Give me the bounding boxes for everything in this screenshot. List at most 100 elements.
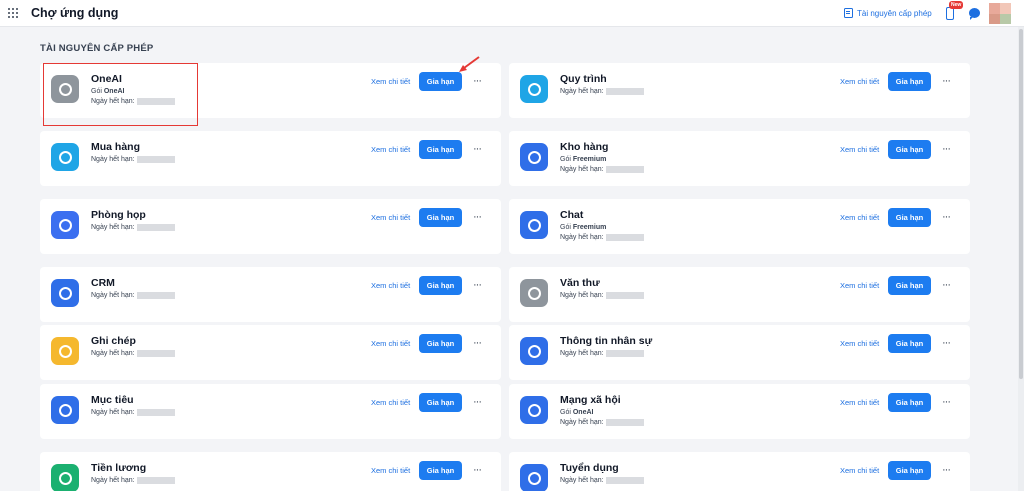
view-details-link[interactable]: Xem chi tiết [371, 466, 410, 475]
more-options-icon[interactable]: ··· [473, 76, 482, 87]
recruitment-icon [520, 464, 548, 491]
license-card: Chat Gói Freemium Ngày hết hạn: Xem chi … [509, 199, 970, 254]
more-options-icon[interactable]: ··· [942, 76, 951, 87]
app-name[interactable]: Ghi chép [91, 335, 136, 347]
highlight-box [43, 63, 198, 126]
new-badge: New [949, 1, 964, 9]
license-card: Mạng xã hội Gói OneAI Ngày hết hạn: Xem … [509, 384, 970, 439]
renew-button[interactable]: Gia hạn [419, 208, 462, 227]
more-options-icon[interactable]: ··· [942, 212, 951, 223]
renew-button[interactable]: Gia hạn [419, 393, 462, 412]
expiry-info: Ngày hết hạn: [560, 419, 644, 426]
expiry-info: Ngày hết hạn: [560, 477, 644, 484]
app-name[interactable]: Chat [560, 209, 583, 221]
app-grid-icon[interactable] [8, 8, 18, 18]
view-details-link[interactable]: Xem chi tiết [371, 281, 410, 290]
expiry-date-redacted [136, 409, 175, 416]
warehouse-icon [520, 143, 548, 171]
view-details-link[interactable]: Xem chi tiết [840, 145, 879, 154]
expiry-label: Ngày hết hạn: [560, 350, 604, 357]
more-options-icon[interactable]: ··· [942, 280, 951, 291]
expiry-info: Ngày hết hạn: [560, 234, 644, 241]
app-name[interactable]: Thông tin nhân sự [560, 335, 652, 347]
package-info: Gói Freemium [560, 156, 606, 163]
hr-info-icon [520, 337, 548, 365]
renew-button[interactable]: Gia hạn [419, 334, 462, 353]
renew-button[interactable]: Gia hạn [888, 140, 931, 159]
license-resources-label: Tài nguyên cấp phép [857, 8, 932, 18]
expiry-date-redacted [605, 477, 644, 484]
process-icon [520, 75, 548, 103]
package-name: Freemium [572, 224, 607, 231]
view-details-link[interactable]: Xem chi tiết [840, 281, 879, 290]
crm-icon [51, 279, 79, 307]
view-details-link[interactable]: Xem chi tiết [840, 466, 879, 475]
license-card: Ghi chép Ngày hết hạn: Xem chi tiết Gia … [40, 325, 501, 380]
view-details-link[interactable]: Xem chi tiết [840, 213, 879, 222]
scrollbar-thumb[interactable] [1019, 29, 1023, 379]
renew-button[interactable]: Gia hạn [888, 461, 931, 480]
app-name[interactable]: Quy trình [560, 73, 607, 85]
view-details-link[interactable]: Xem chi tiết [371, 398, 410, 407]
scrollbar[interactable] [1018, 27, 1024, 491]
license-resources-link[interactable]: Tài nguyên cấp phép [844, 8, 932, 18]
more-options-icon[interactable]: ··· [473, 280, 482, 291]
expiry-label: Ngày hết hạn: [560, 419, 604, 426]
expiry-info: Ngày hết hạn: [91, 477, 175, 484]
expiry-info: Ngày hết hạn: [91, 156, 175, 163]
expiry-label: Ngày hết hạn: [560, 88, 604, 95]
view-details-link[interactable]: Xem chi tiết [840, 77, 879, 86]
renew-button[interactable]: Gia hạn [888, 393, 931, 412]
app-name[interactable]: CRM [91, 277, 115, 289]
app-name[interactable]: Mua hàng [91, 141, 140, 153]
expiry-label: Ngày hết hạn: [91, 292, 135, 299]
view-details-link[interactable]: Xem chi tiết [371, 77, 410, 86]
more-options-icon[interactable]: ··· [942, 338, 951, 349]
renew-button[interactable]: Gia hạn [888, 208, 931, 227]
notes-icon [51, 337, 79, 365]
app-name[interactable]: Phòng họp [91, 209, 146, 221]
more-options-icon[interactable]: ··· [473, 338, 482, 349]
license-card: CRM Ngày hết hạn: Xem chi tiết Gia hạn ·… [40, 267, 501, 322]
purchase-icon [51, 143, 79, 171]
app-name[interactable]: Mục tiêu [91, 394, 134, 406]
view-details-link[interactable]: Xem chi tiết [840, 339, 879, 348]
more-options-icon[interactable]: ··· [942, 397, 951, 408]
section-title: TÀI NGUYÊN CẤP PHÉP [40, 43, 154, 54]
license-card: Thông tin nhân sự Ngày hết hạn: Xem chi … [509, 325, 970, 380]
meeting-room-icon [51, 211, 79, 239]
more-options-icon[interactable]: ··· [942, 465, 951, 476]
app-name[interactable]: Văn thư [560, 277, 600, 289]
renew-button[interactable]: Gia hạn [419, 140, 462, 159]
app-name[interactable]: Mạng xã hội [560, 394, 621, 406]
renew-button[interactable]: Gia hạn [419, 276, 462, 295]
app-name[interactable]: Kho hàng [560, 141, 608, 153]
view-details-link[interactable]: Xem chi tiết [371, 145, 410, 154]
messenger-icon[interactable] [969, 8, 980, 20]
annotation-arrow [459, 56, 480, 72]
document-icon [844, 8, 853, 18]
app-name[interactable]: Tuyển dụng [560, 462, 619, 474]
expiry-label: Ngày hết hạn: [91, 409, 135, 416]
more-options-icon[interactable]: ··· [473, 465, 482, 476]
expiry-date-redacted [605, 419, 644, 426]
more-options-icon[interactable]: ··· [942, 144, 951, 155]
renew-button[interactable]: Gia hạn [888, 334, 931, 353]
license-card: Mua hàng Ngày hết hạn: Xem chi tiết Gia … [40, 131, 501, 186]
more-options-icon[interactable]: ··· [473, 397, 482, 408]
expiry-label: Ngày hết hạn: [91, 477, 135, 484]
goals-icon [51, 396, 79, 424]
view-details-link[interactable]: Xem chi tiết [371, 339, 410, 348]
renew-button[interactable]: Gia hạn [888, 72, 931, 91]
avatar[interactable] [989, 3, 1011, 24]
view-details-link[interactable]: Xem chi tiết [840, 398, 879, 407]
package-info: Gói OneAI [560, 409, 593, 416]
more-options-icon[interactable]: ··· [473, 144, 482, 155]
expiry-info: Ngày hết hạn: [91, 409, 175, 416]
clerical-icon [520, 279, 548, 307]
more-options-icon[interactable]: ··· [473, 212, 482, 223]
app-name[interactable]: Tiền lương [91, 462, 146, 474]
view-details-link[interactable]: Xem chi tiết [371, 213, 410, 222]
renew-button[interactable]: Gia hạn [419, 461, 462, 480]
renew-button[interactable]: Gia hạn [888, 276, 931, 295]
